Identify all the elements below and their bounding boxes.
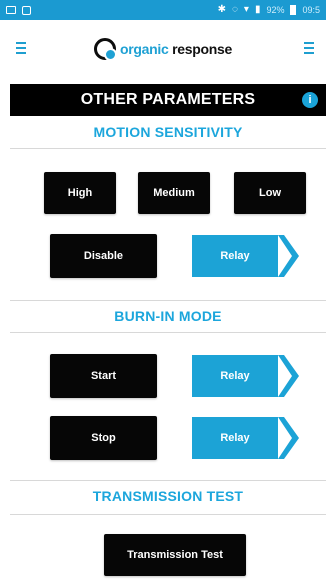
info-icon[interactable]: i: [302, 92, 318, 108]
status-right: ✱ ◌ ▾ ▮ 92% 09:5: [218, 5, 320, 15]
chevron-right-icon: [278, 235, 299, 277]
logo-text-secondary: response: [172, 41, 232, 57]
page-title-bar: OTHER PARAMETERS i: [10, 84, 326, 116]
transmission-test-heading: TRANSMISSION TEST: [92, 488, 244, 504]
burn-in-start-relay-button[interactable]: Relay: [192, 355, 300, 397]
start-button[interactable]: Start: [50, 354, 157, 398]
chevron-right-icon: [278, 417, 299, 459]
relay-label: Relay: [192, 355, 278, 397]
chevron-right-icon: [278, 355, 299, 397]
divider: [10, 148, 326, 149]
menu-icon[interactable]: [16, 42, 26, 54]
divider: [10, 514, 326, 515]
app-header: organic response: [0, 20, 326, 78]
motion-relay-button[interactable]: Relay: [192, 235, 300, 277]
battery-icon: [290, 5, 297, 15]
bluetooth-icon: ✱: [217, 4, 226, 15]
page-title: OTHER PARAMETERS: [80, 91, 256, 108]
high-sensitivity-button[interactable]: High: [44, 172, 116, 214]
motion-sensitivity-heading: MOTION SENSITIVITY: [93, 124, 243, 140]
relay-label: Relay: [192, 417, 278, 459]
menu-icon-right[interactable]: [304, 42, 314, 54]
logo-mark-icon: [94, 38, 118, 61]
medium-sensitivity-button[interactable]: Medium: [138, 172, 210, 214]
divider: [10, 300, 326, 301]
burn-in-stop-relay-button[interactable]: Relay: [192, 417, 300, 459]
logo-text: organic response: [120, 41, 232, 57]
battery-percentage: 92%: [266, 5, 285, 15]
vibrate-icon: ◌: [231, 4, 238, 15]
app-notification-icon: [22, 5, 31, 15]
divider: [10, 332, 326, 333]
status-left: [6, 5, 31, 15]
status-bar: ✱ ◌ ▾ ▮ 92% 09:5: [0, 0, 326, 20]
low-sensitivity-button[interactable]: Low: [234, 172, 306, 214]
logo-text-primary: organic: [120, 41, 169, 57]
disable-button[interactable]: Disable: [50, 234, 157, 278]
relay-label: Relay: [192, 235, 278, 277]
transmission-test-button[interactable]: Transmission Test: [104, 534, 246, 576]
gallery-notification-icon: [6, 6, 16, 14]
app-logo: organic response: [94, 38, 232, 61]
wifi-icon: ▾: [243, 4, 249, 15]
burn-in-mode-heading: BURN-IN MODE: [114, 308, 222, 324]
stop-button[interactable]: Stop: [50, 416, 157, 460]
clock: 09:5: [302, 5, 320, 15]
divider: [10, 480, 326, 481]
signal-icon: ▮: [254, 4, 261, 15]
